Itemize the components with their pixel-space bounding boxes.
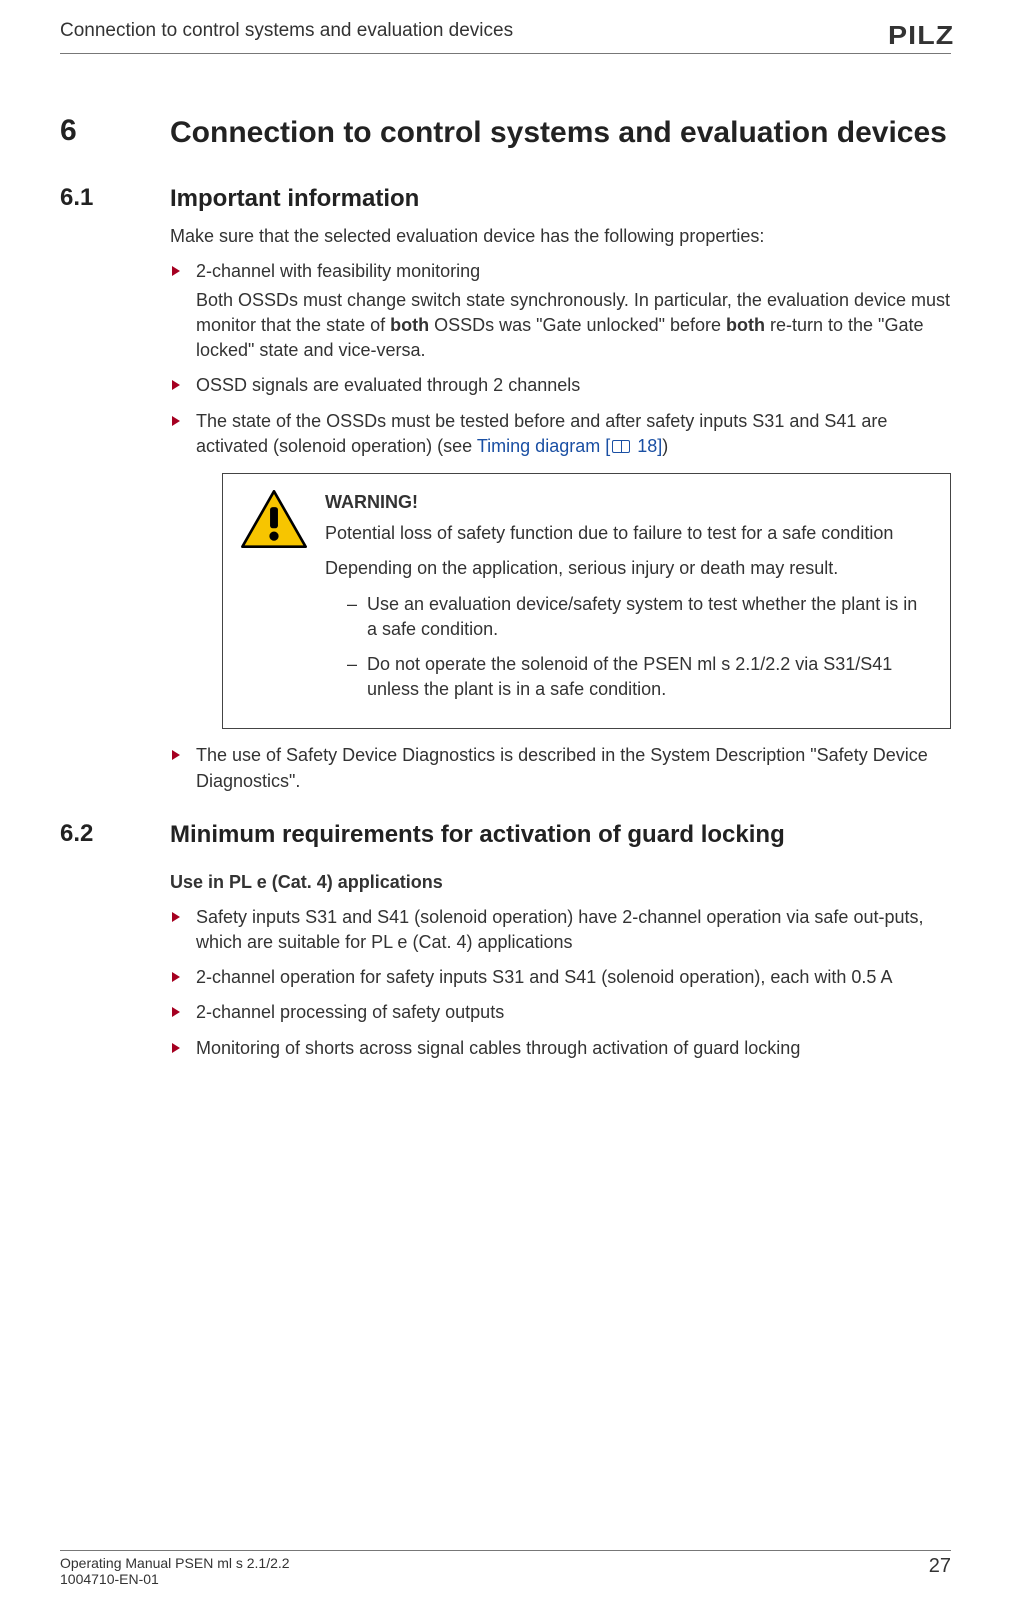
section-6-2-list: Safety inputs S31 and S41 (solenoid oper… [170,905,951,1061]
warning-box: WARNING! Potential loss of safety functi… [222,473,951,729]
footer-doc-id: 1004710-EN-01 [60,1571,290,1587]
item-text: 2-channel operation for safety inputs S3… [196,967,892,987]
section-6-2-title: Minimum requirements for activation of g… [170,820,951,850]
warning-title: WARNING! [325,490,932,515]
link-page: 18] [632,436,662,456]
section-6-1-number: 6.1 [60,184,170,212]
list-item: Use an evaluation device/safety system t… [347,592,932,642]
bold-text: both [726,315,765,335]
page-header: Connection to control systems and evalua… [60,20,951,54]
list-item: Do not operate the solenoid of the PSEN … [347,652,932,702]
footer-left: Operating Manual PSEN ml s 2.1/2.2 10047… [60,1555,290,1587]
section-6-2-number: 6.2 [60,820,170,848]
list-item: The state of the OSSDs must be tested be… [170,409,951,730]
list-item: The use of Safety Device Diagnostics is … [170,743,951,793]
chapter-title: Connection to control systems and evalua… [170,114,951,152]
item-text: Do not operate the solenoid of the PSEN … [367,654,892,699]
section-6-1-body: Make sure that the selected evaluation d… [170,224,951,794]
warning-line: Depending on the application, serious in… [325,556,932,581]
list-item: 2-channel operation for safety inputs S3… [170,965,951,990]
header-title: Connection to control systems and evalua… [60,20,513,42]
chapter-number: 6 [60,114,170,148]
warning-content: WARNING! Potential loss of safety functi… [325,490,932,712]
item-text: Use an evaluation device/safety system t… [367,594,917,639]
section-6-2-heading-row: 6.2 Minimum requirements for activation … [60,820,951,850]
list-item: Safety inputs S31 and S41 (solenoid oper… [170,905,951,955]
item-text: The use of Safety Device Diagnostics is … [196,745,928,790]
brand-logo: PILZ [888,20,954,51]
list-item: Monitoring of shorts across signal cable… [170,1036,951,1061]
list-item: 2-channel processing of safety outputs [170,1000,951,1025]
section-6-1-intro: Make sure that the selected evaluation d… [170,224,951,249]
warning-actions: Use an evaluation device/safety system t… [347,592,932,703]
warning-icon [241,490,307,712]
text-run: ) [662,436,668,456]
text-run: OSSDs was "Gate unlocked" before [429,315,726,335]
page-footer: Operating Manual PSEN ml s 2.1/2.2 10047… [60,1550,951,1587]
item-text: OSSD signals are evaluated through 2 cha… [196,375,580,395]
section-6-1-title: Important information [170,184,951,214]
section-6-1-list: 2-channel with feasibility monitoring Bo… [170,259,951,794]
link-text: Timing diagram [ [477,436,610,456]
page-number: 27 [929,1555,951,1578]
section-6-2-subhead: Use in PL e (Cat. 4) applications [170,870,951,895]
section-6-1-heading-row: 6.1 Important information [60,184,951,214]
chapter-heading-row: 6 Connection to control systems and eval… [60,114,951,152]
list-item: 2-channel with feasibility monitoring Bo… [170,259,951,364]
cross-reference-link[interactable]: Timing diagram [ 18] [477,436,662,456]
footer-doc-title: Operating Manual PSEN ml s 2.1/2.2 [60,1555,290,1571]
item-text: 2-channel with feasibility monitoring [196,261,480,281]
item-text: 2-channel processing of safety outputs [196,1002,504,1022]
section-6-2-body: Use in PL e (Cat. 4) applications Safety… [170,870,951,1061]
warning-line: Potential loss of safety function due to… [325,521,932,546]
list-item: OSSD signals are evaluated through 2 cha… [170,373,951,398]
item-text: Monitoring of shorts across signal cable… [196,1038,800,1058]
bold-text: both [390,315,429,335]
book-icon [612,440,630,453]
item-text: Safety inputs S31 and S41 (solenoid oper… [196,907,923,952]
item-subtext: Both OSSDs must change switch state sync… [196,288,951,364]
